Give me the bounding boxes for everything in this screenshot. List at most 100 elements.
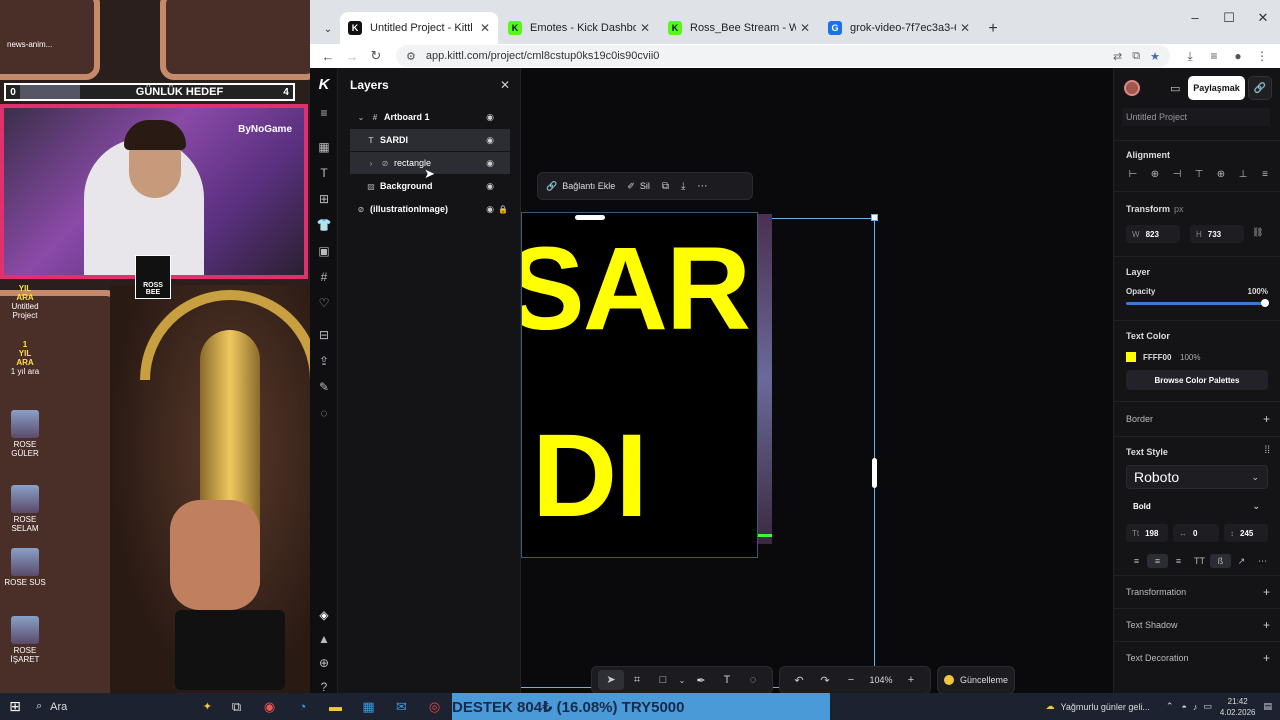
zoom-in-button[interactable]: + [898,674,924,686]
avatar[interactable] [1124,80,1140,96]
artboard[interactable]: SAR DI [521,212,758,558]
ligature-icon[interactable]: ß [1210,554,1231,568]
windows-start-icon[interactable]: ⊞ [0,698,30,715]
resize-handle-top[interactable] [575,215,605,220]
drag-grid-icon[interactable]: ⁞⁞ [1264,445,1270,456]
align-top-icon[interactable]: ⊤ [1188,169,1210,180]
align-center-h-icon[interactable]: ⊕ [1144,169,1166,180]
align-text-right-icon[interactable]: ≡ [1168,554,1189,568]
align-right-icon[interactable]: ⊣ [1166,169,1188,180]
chevron-right-icon[interactable]: › [366,159,376,168]
text-case-icon[interactable]: TT [1189,554,1210,568]
more-options-icon[interactable]: ⋯ [1252,554,1273,568]
pen-tool-icon[interactable]: ✒ [688,674,714,687]
close-window-button[interactable]: ✕ [1246,10,1280,26]
tab-kick-stream[interactable]: K Ross_Bee Stream - Watch Live ✕ [660,12,818,44]
eye-icon[interactable]: ◉ [486,158,494,169]
font-weight-select[interactable]: Bold ⌄ [1126,497,1268,515]
translate-icon[interactable]: ⇄ [1113,50,1122,63]
maximize-button[interactable]: ☐ [1212,10,1246,26]
close-icon[interactable]: ✕ [960,21,970,35]
artboard-text-line2[interactable]: DI [532,408,648,544]
distribute-icon[interactable]: ≡ [1254,169,1276,180]
menu-icon[interactable]: ⋮ [1250,49,1274,63]
layer-illustration-image[interactable]: ⊘ (illustrationImage) ◉ 🔒 [350,198,510,220]
height-field[interactable]: H 733 [1190,225,1244,243]
more-options-icon[interactable]: ⋯ [697,181,707,192]
font-family-select[interactable]: Roboto ⌄ [1126,465,1268,489]
weather-text[interactable]: Yağmurlu günler geli... [1061,702,1150,712]
eye-icon[interactable]: ◉ [486,204,494,215]
layer-artboard[interactable]: ⌄ # Artboard 1 ◉ [350,106,510,128]
battery-icon[interactable]: ▭ [1203,701,1212,712]
address-bar[interactable]: ⚙ app.kittl.com/project/cml8cstup0ks19c0… [396,45,1170,67]
minimize-button[interactable]: – [1178,10,1212,26]
elements-icon[interactable]: ⊞ [310,186,338,212]
layers-icon[interactable]: ◈ [310,602,338,628]
color-swatch[interactable] [1126,352,1136,362]
templates-icon[interactable]: ▦ [310,134,338,160]
eye-icon[interactable]: ◉ [486,181,494,192]
comment-tool-icon[interactable]: ◌ [740,674,766,686]
patterns-icon[interactable]: # [310,264,338,290]
close-icon[interactable]: ✕ [640,21,650,35]
text-tool-icon[interactable]: T [310,160,338,186]
add-border-icon[interactable]: + [1263,412,1270,426]
text-tool-icon[interactable]: T [714,674,740,686]
share-button[interactable]: Paylaşmak [1188,76,1245,100]
select-tool-icon[interactable]: ➤ [598,670,624,690]
align-middle-icon[interactable]: ⊕ [1210,169,1232,180]
copilot-icon[interactable]: ◉ [253,699,286,715]
new-tab-button[interactable]: + [980,14,1006,44]
close-icon[interactable]: ✕ [800,21,810,35]
shape-tool-icon[interactable]: □ [650,674,676,686]
install-icon[interactable]: ⧉ [1132,50,1140,63]
lock-ratio-icon[interactable]: ⛓ [1252,227,1263,238]
volume-icon[interactable]: ♪ [1193,702,1198,712]
opacity-slider[interactable] [1126,302,1264,305]
task-view-icon[interactable]: ⧉ [220,699,253,715]
undo-icon[interactable]: ↶ [786,674,812,687]
reload-button[interactable]: ↻ [364,48,388,64]
notifications-icon[interactable]: ▤ [1263,701,1272,712]
upgrade-button[interactable]: Güncelleme [937,666,1016,693]
tab-kittl[interactable]: K Untitled Project - Kittl ✕ [340,12,498,44]
align-text-center-icon[interactable]: ≡ [1147,554,1168,568]
file-explorer-icon[interactable]: ▬ [319,699,352,714]
download-icon[interactable]: ⤓ [681,181,685,192]
add-text-shadow-icon[interactable]: + [1263,618,1270,632]
tab-kick-emotes[interactable]: K Emotes - Kick Dashboard ✕ [500,12,658,44]
eye-icon[interactable]: ◉ [486,135,494,146]
design-canvas[interactable]: SAR DI 🔗 Bağlantı Ekle ✐ Sil ⧉ ⤓ ⋯ ➤ ⌗ □… [521,68,1113,693]
lock-icon[interactable]: 🔒 [498,205,508,214]
letter-spacing-field[interactable]: ↔ 0 [1173,524,1219,542]
font-size-field[interactable]: Tt 198 [1126,524,1168,542]
chat-icon[interactable]: ◌ [310,400,338,426]
color-opacity[interactable]: 100% [1180,353,1200,362]
bookmark-star-icon[interactable]: ★ [1150,50,1160,63]
chevron-down-icon[interactable]: ⌄ [356,113,366,122]
back-button[interactable]: ← [316,49,340,64]
text-path-icon[interactable]: ↗ [1231,554,1252,568]
align-text-left-icon[interactable]: ≡ [1126,554,1147,568]
project-name-field[interactable]: Untitled Project [1122,108,1270,126]
browse-color-palettes-button[interactable]: Browse Color Palettes [1126,370,1268,390]
align-left-icon[interactable]: ⊢ [1122,169,1144,180]
mail-icon[interactable]: ✉ [385,699,418,715]
width-field[interactable]: W 823 [1126,225,1180,243]
network-icon[interactable]: ◓ [1181,702,1186,712]
illustration-image-strip[interactable] [758,214,772,544]
resize-handle-top-right[interactable] [871,214,878,221]
opacity-slider-handle[interactable] [1261,299,1269,307]
add-text-decoration-icon[interactable]: + [1263,651,1270,665]
profile-avatar[interactable]: ● [1226,49,1250,63]
zoom-level[interactable]: 104% [864,675,898,685]
mockups-icon[interactable]: 👕 [310,212,338,238]
tray-chevron-icon[interactable]: ⌃ [1166,701,1174,712]
site-info-icon[interactable]: ⚙ [406,50,416,63]
kittl-logo-icon[interactable]: K [310,68,338,100]
hamburger-menu-icon[interactable]: ≡ [310,100,338,126]
delete-button[interactable]: ✐ Sil [627,181,650,192]
taskbar-search[interactable]: ⌕ Ara ✦ [30,693,220,720]
close-icon[interactable]: ✕ [500,78,510,92]
